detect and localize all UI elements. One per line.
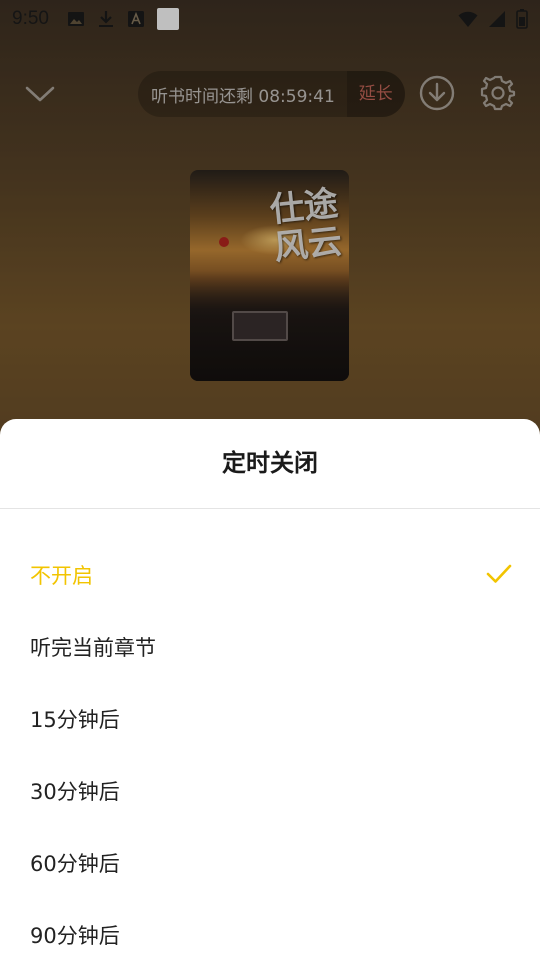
option-label: 15分钟后 [30, 708, 120, 732]
option-label: 60分钟后 [30, 852, 120, 876]
option-label: 听完当前章节 [30, 636, 156, 660]
sheet-title: 定时关闭 [222, 449, 318, 477]
check-icon [486, 564, 512, 583]
option-30-min[interactable]: 30分钟后 [0, 755, 540, 827]
option-label: 不开启 [30, 564, 93, 588]
option-15-min[interactable]: 15分钟后 [0, 683, 540, 755]
option-label: 90分钟后 [30, 924, 120, 948]
option-label: 30分钟后 [30, 780, 120, 804]
sheet-divider [0, 508, 540, 509]
option-off[interactable]: 不开启 [0, 539, 540, 611]
option-60-min[interactable]: 60分钟后 [0, 827, 540, 899]
option-90-min[interactable]: 90分钟后 [0, 899, 540, 960]
sleep-timer-sheet: 定时关闭 不开启 听完当前章节 15分钟后 30分钟后 60分钟后 90分钟后 [0, 419, 540, 960]
option-finish-chapter[interactable]: 听完当前章节 [0, 611, 540, 683]
timer-option-list: 不开启 听完当前章节 15分钟后 30分钟后 60分钟后 90分钟后 [0, 539, 540, 960]
